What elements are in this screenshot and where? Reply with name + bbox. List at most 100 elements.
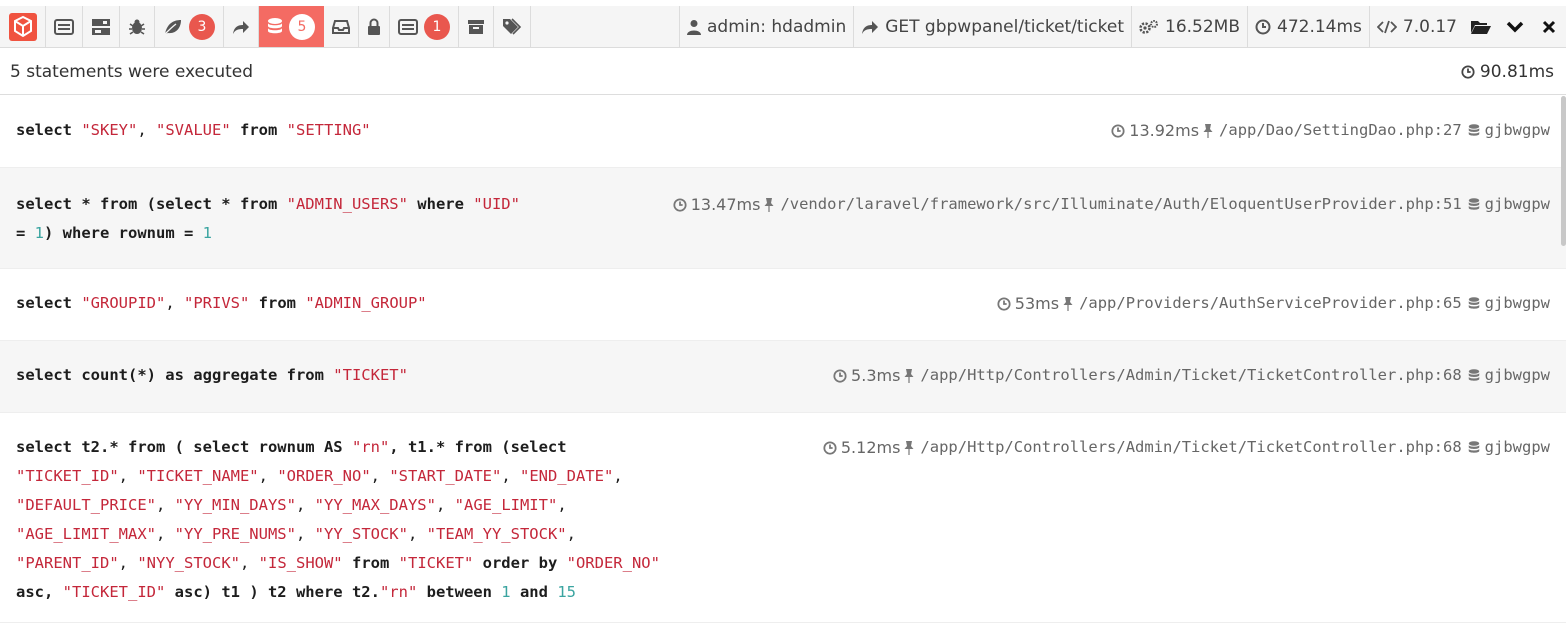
sql-keyword-text: , xyxy=(258,467,278,485)
scrollbar[interactable] xyxy=(1561,96,1566,246)
sql-keyword-text: ) where rownum = xyxy=(44,224,203,242)
cogs-icon xyxy=(1139,19,1159,34)
open-button[interactable] xyxy=(1464,6,1498,47)
time-label: 472.14ms xyxy=(1277,16,1362,37)
list-alt-icon xyxy=(398,18,418,35)
sql-keyword-text: , xyxy=(137,121,156,139)
sql-keyword-text: asc) t1 ) t2 where t2. xyxy=(165,583,380,601)
sql-string-literal: "START_DATE" xyxy=(389,467,502,485)
sql-keyword-text: , xyxy=(118,554,138,572)
sql-string-literal: "AGE_LIMIT_MAX" xyxy=(16,525,156,543)
tab-models[interactable] xyxy=(324,6,359,47)
views-badge: 3 xyxy=(189,13,215,40)
sql-string-literal: "YY_STOCK" xyxy=(314,525,408,543)
tab-queries[interactable]: 5 xyxy=(259,6,324,47)
sql-number-literal: 15 xyxy=(557,583,576,601)
bug-icon xyxy=(129,19,145,35)
statement-source[interactable]: /app/Providers/AuthServiceProvider.php:6… xyxy=(1063,289,1462,318)
source-file: /app/Providers/AuthServiceProvider.php:6… xyxy=(1079,294,1462,312)
route-indicator[interactable]: GET gbpwpanel/ticket/ticket xyxy=(853,6,1131,47)
sql-keyword-text: , xyxy=(118,467,138,485)
sql-string-literal: "TICKET_ID" xyxy=(16,467,119,485)
connection-name: gjbwgpw xyxy=(1484,438,1550,456)
sql-keyword-text: and xyxy=(510,583,558,601)
statement-row[interactable]: select "GROUPID", "PRIVS" from "ADMIN_GR… xyxy=(0,269,1566,341)
statement-source[interactable]: /vendor/laravel/framework/src/Illuminate… xyxy=(764,190,1462,219)
close-button[interactable] xyxy=(1532,6,1566,47)
sql-string-literal: "AGE_LIMIT" xyxy=(454,496,558,514)
clock-icon xyxy=(1461,64,1475,79)
time-indicator[interactable]: 472.14ms xyxy=(1247,6,1369,47)
sql-keyword-text: = xyxy=(16,224,26,242)
database-icon xyxy=(1468,296,1479,309)
source-file: /vendor/laravel/framework/src/Illuminate… xyxy=(780,195,1462,213)
sql-string-literal: "SVALUE" xyxy=(156,121,231,139)
statement-source[interactable]: /app/Http/Controllers/Admin/Ticket/Ticke… xyxy=(904,361,1462,390)
sql-string-literal: "rn" xyxy=(351,438,390,456)
statement-connection: gjbwgpw xyxy=(1468,361,1550,390)
tab-request[interactable] xyxy=(459,6,494,47)
lock-icon xyxy=(368,18,380,35)
clock-icon xyxy=(833,368,847,383)
minimize-button[interactable] xyxy=(1498,6,1532,47)
statements-list: select "SKEY", "SVALUE" from "SETTING" 13… xyxy=(0,96,1566,623)
statement-duration: 13.92ms xyxy=(1111,116,1199,145)
source-file: /app/Http/Controllers/Admin/Ticket/Ticke… xyxy=(920,438,1462,456)
tab-route[interactable] xyxy=(224,6,259,47)
folder-open-icon xyxy=(1471,20,1491,34)
connection-name: gjbwgpw xyxy=(1484,366,1550,384)
sql-keyword-text: order by xyxy=(473,554,567,572)
sql-number-literal: 1 xyxy=(501,583,511,601)
sql-string-literal: "IS_SHOW" xyxy=(258,554,343,572)
sql-keyword-text: , xyxy=(295,496,315,514)
sql-string-literal: "DEFAULT_PRICE" xyxy=(16,496,156,514)
total-duration-value: 90.81ms xyxy=(1479,61,1554,82)
statement-row[interactable]: select count(*) as aggregate from "TICKE… xyxy=(0,341,1566,413)
tab-mails[interactable]: 1 xyxy=(390,6,459,47)
sql-string-literal: "YY_PRE_NUMS" xyxy=(174,525,296,543)
sql-keyword-text: , xyxy=(239,554,259,572)
statement-row[interactable]: select * from (select * from "ADMIN_USER… xyxy=(0,168,1566,269)
pushpin-icon xyxy=(904,441,914,455)
php-version-indicator[interactable]: 7.0.17 xyxy=(1368,6,1464,47)
clock-icon xyxy=(997,296,1011,311)
user-indicator[interactable]: admin: hdadmin xyxy=(678,6,853,47)
statement-row[interactable]: select "SKEY", "SVALUE" from "SETTING" 13… xyxy=(0,96,1566,168)
user-label: admin: hdadmin xyxy=(706,16,847,37)
tab-exceptions[interactable] xyxy=(120,6,155,47)
queries-summary: 5 statements were executed 90.81ms xyxy=(0,49,1566,95)
tab-views[interactable]: 3 xyxy=(155,6,224,47)
memory-label: 16.52MB xyxy=(1165,16,1241,37)
pushpin-icon xyxy=(904,369,914,383)
laravel-logo-icon[interactable] xyxy=(0,6,46,47)
queries-badge: 5 xyxy=(289,13,315,40)
statement-connection: gjbwgpw xyxy=(1468,433,1550,462)
clock-icon xyxy=(673,197,687,212)
leaf-icon xyxy=(164,19,181,34)
tab-tags[interactable] xyxy=(494,6,531,47)
tab-session[interactable] xyxy=(359,6,390,47)
sql-keyword-text: , xyxy=(295,525,315,543)
memory-indicator[interactable]: 16.52MB xyxy=(1131,6,1247,47)
tags-icon xyxy=(503,17,522,35)
sql-string-literal: "ORDER_NO" xyxy=(566,554,660,572)
sql-number-literal: 1 xyxy=(34,224,45,242)
statement-info: 13.47ms/vendor/laravel/framework/src/Ill… xyxy=(673,190,1550,219)
duration-value: 13.47ms xyxy=(690,195,761,214)
tab-timeline[interactable] xyxy=(83,6,120,47)
sql-text: select count(*) as aggregate from "TICKE… xyxy=(16,361,408,390)
clock-icon xyxy=(1255,19,1271,34)
sql-string-literal: "YY_MIN_DAYS" xyxy=(174,496,296,514)
sql-string-literal: "ADMIN_USERS" xyxy=(286,195,408,213)
duration-value: 5.3ms xyxy=(851,366,901,385)
sql-string-literal: "TEAM_YY_STOCK" xyxy=(426,525,567,543)
code-icon xyxy=(1376,20,1397,33)
statement-source[interactable]: /app/Dao/SettingDao.php:27 xyxy=(1203,116,1462,145)
statement-source[interactable]: /app/Http/Controllers/Admin/Ticket/Ticke… xyxy=(904,433,1462,462)
sql-string-literal: "TICKET_ID" xyxy=(62,583,166,601)
connection-name: gjbwgpw xyxy=(1484,195,1550,213)
statement-row[interactable]: select t2.* from ( select rownum AS "rn"… xyxy=(0,413,1566,623)
duration-value: 5.12ms xyxy=(840,438,901,457)
sql-string-literal: "SETTING" xyxy=(286,121,371,139)
tab-messages[interactable] xyxy=(46,6,83,47)
